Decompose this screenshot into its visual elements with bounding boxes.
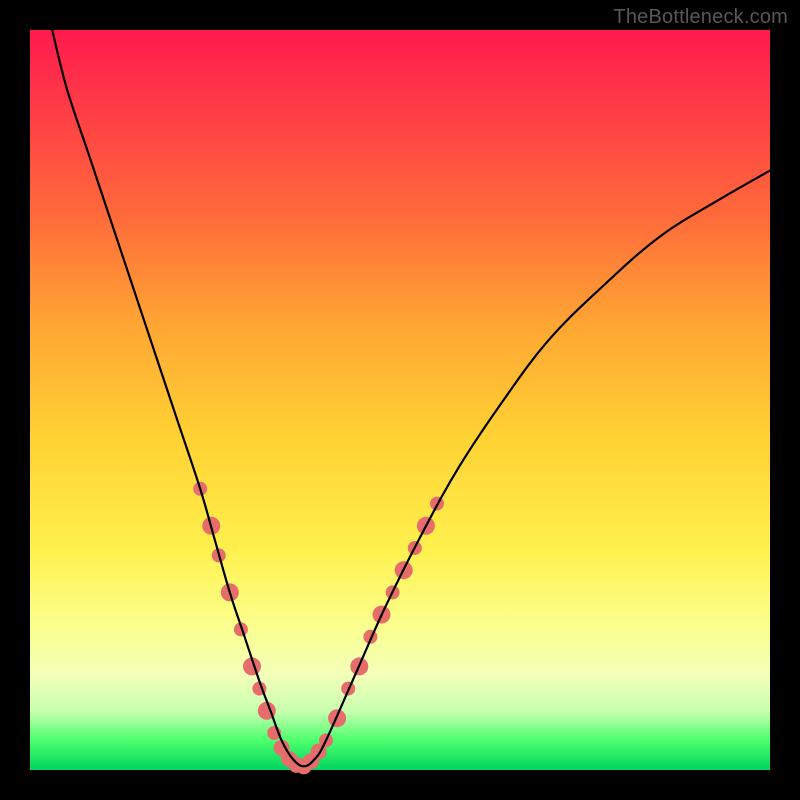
highlighted-points-group (193, 482, 444, 775)
watermark-text: TheBottleneck.com (613, 6, 788, 29)
plot-area (30, 30, 770, 770)
curve-svg (30, 30, 770, 770)
bottleneck-curve (52, 30, 770, 766)
chart-frame: TheBottleneck.com (0, 0, 800, 800)
